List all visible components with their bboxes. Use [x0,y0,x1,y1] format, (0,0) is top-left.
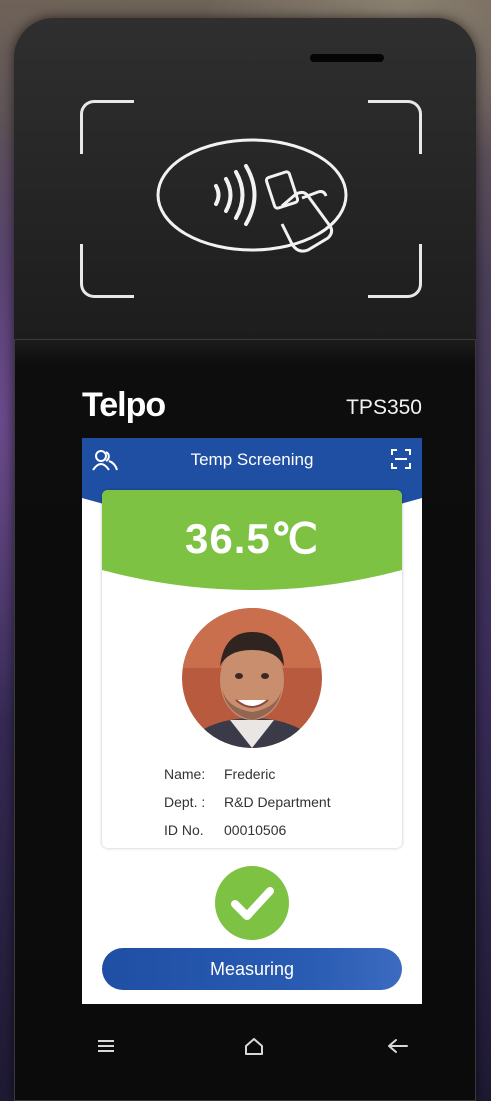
id-value: 00010506 [224,822,287,838]
frame-corner [80,100,134,154]
page-title: Temp Screening [190,450,314,469]
nav-menu-button[interactable] [86,1026,126,1066]
info-row-dept: Dept. : R&D Department [164,788,331,816]
status-badge [215,866,289,940]
frame-corner [368,244,422,298]
name-value: Frederic [224,766,276,782]
nav-home-button[interactable] [234,1026,274,1066]
name-label: Name: [164,766,206,782]
person-info: Name: Frederic Dept. : R&D Department ID… [164,760,331,844]
measuring-button[interactable]: Measuring [102,948,402,990]
contactless-nfc-icon [156,138,348,253]
terminal-device: Telpo TPS350 Temp Screening 36.5℃ Name: … [14,18,476,1101]
person-avatar [182,608,322,748]
person-card: 36.5℃ Name: Frederic Dept.: R&D Departm… [102,490,402,848]
check-icon [231,887,274,920]
speaker-grille [310,54,384,62]
info-row-name: Name: Frederic [164,760,331,788]
temperature-value: 36.5℃ [185,515,319,562]
back-icon [388,1039,408,1053]
brand-logo: Telpo [82,386,166,424]
info-row-id: ID No. 00010506 [164,816,331,844]
scan-icon[interactable] [390,448,412,470]
frame-corner [80,244,134,298]
android-nav-bar [14,1026,476,1066]
model-label: TPS350 [346,396,422,419]
dept-label: Dept. : [164,794,206,810]
menu-icon [98,1040,114,1052]
home-icon [245,1038,263,1055]
app-screen: Temp Screening 36.5℃ Name: Frederic Dept… [82,438,422,1004]
dept-value: R&D Department [224,794,331,810]
id-label: ID No. [164,822,204,838]
frame-corner [368,100,422,154]
nfc-panel [14,18,476,340]
nfc-reader-area[interactable] [80,100,422,298]
nav-back-button[interactable] [378,1026,418,1066]
